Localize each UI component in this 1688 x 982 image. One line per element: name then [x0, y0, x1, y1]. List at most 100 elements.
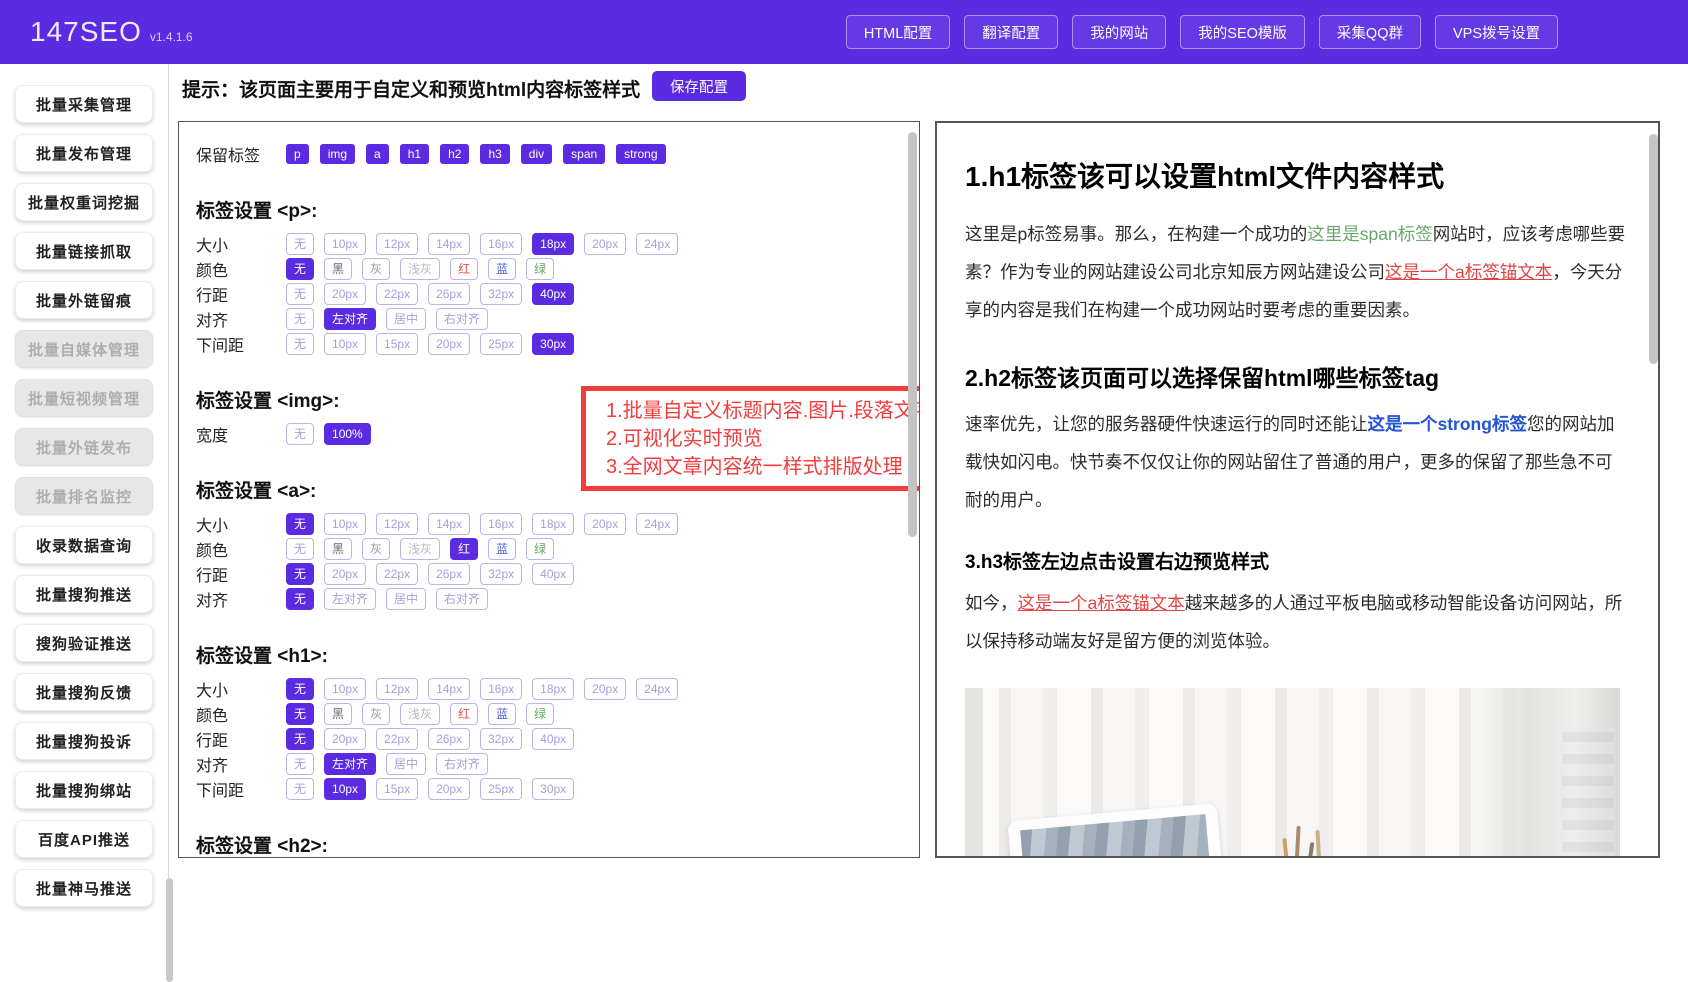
- option-chip[interactable]: 14px: [428, 513, 470, 535]
- option-chip[interactable]: 10px: [324, 678, 366, 700]
- option-chip[interactable]: 10px: [324, 778, 366, 800]
- keep-tag-chip[interactable]: img: [320, 144, 355, 164]
- option-chip[interactable]: 无: [286, 728, 314, 750]
- option-chip[interactable]: 绿: [526, 538, 554, 560]
- option-chip[interactable]: 左对齐: [324, 588, 376, 610]
- sidebar-item[interactable]: 批量搜狗反馈: [15, 673, 153, 711]
- option-chip[interactable]: 15px: [376, 778, 418, 800]
- option-chip[interactable]: 20px: [324, 283, 366, 305]
- option-chip[interactable]: 灰: [362, 258, 390, 280]
- keep-tag-chip[interactable]: strong: [616, 144, 665, 164]
- option-chip[interactable]: 20px: [324, 728, 366, 750]
- option-chip[interactable]: 18px: [532, 513, 574, 535]
- option-chip[interactable]: 无: [286, 333, 314, 355]
- option-chip[interactable]: 100%: [324, 423, 371, 445]
- option-chip[interactable]: 无: [286, 588, 314, 610]
- option-chip[interactable]: 浅灰: [400, 703, 440, 725]
- option-chip[interactable]: 24px: [636, 233, 678, 255]
- sidebar-item[interactable]: 收录数据查询: [15, 526, 153, 564]
- sidebar-item[interactable]: 批量搜狗投诉: [15, 722, 153, 760]
- option-chip[interactable]: 40px: [532, 728, 574, 750]
- scrollbar-thumb[interactable]: [1649, 134, 1658, 364]
- option-chip[interactable]: 10px: [324, 513, 366, 535]
- option-chip[interactable]: 12px: [376, 513, 418, 535]
- option-chip[interactable]: 蓝: [488, 258, 516, 280]
- keep-tag-chip[interactable]: p: [286, 144, 309, 164]
- option-chip[interactable]: 无: [286, 678, 314, 700]
- scrollbar-thumb[interactable]: [166, 878, 173, 982]
- option-chip[interactable]: 左对齐: [324, 753, 376, 775]
- option-chip[interactable]: 黑: [324, 538, 352, 560]
- option-chip[interactable]: 灰: [362, 538, 390, 560]
- option-chip[interactable]: 无: [286, 258, 314, 280]
- nav-button[interactable]: 采集QQ群: [1319, 15, 1421, 49]
- nav-button[interactable]: VPS拨号设置: [1435, 15, 1558, 49]
- option-chip[interactable]: 18px: [532, 233, 574, 255]
- anchor-link-text[interactable]: 这是一个a标签锚文本: [1385, 262, 1552, 282]
- sidebar-item[interactable]: 批量搜狗推送: [15, 575, 153, 613]
- option-chip[interactable]: 红: [450, 538, 478, 560]
- option-chip[interactable]: 22px: [376, 283, 418, 305]
- keep-tag-chip[interactable]: span: [563, 144, 605, 164]
- option-chip[interactable]: 20px: [324, 563, 366, 585]
- option-chip[interactable]: 右对齐: [436, 753, 488, 775]
- scrollbar-thumb[interactable]: [908, 132, 917, 537]
- option-chip[interactable]: 无: [286, 423, 314, 445]
- option-chip[interactable]: 居中: [386, 588, 426, 610]
- sidebar-item[interactable]: 批量搜狗绑站: [15, 771, 153, 809]
- option-chip[interactable]: 无: [286, 233, 314, 255]
- option-chip[interactable]: 40px: [532, 563, 574, 585]
- option-chip[interactable]: 右对齐: [436, 588, 488, 610]
- option-chip[interactable]: 24px: [636, 513, 678, 535]
- option-chip[interactable]: 20px: [428, 778, 470, 800]
- option-chip[interactable]: 26px: [428, 728, 470, 750]
- option-chip[interactable]: 蓝: [488, 703, 516, 725]
- option-chip[interactable]: 绿: [526, 258, 554, 280]
- option-chip[interactable]: 40px: [532, 283, 574, 305]
- option-chip[interactable]: 20px: [584, 513, 626, 535]
- option-chip[interactable]: 绿: [526, 703, 554, 725]
- sidebar-item[interactable]: 批量外链留痕: [15, 281, 153, 319]
- option-chip[interactable]: 12px: [376, 678, 418, 700]
- sidebar-item[interactable]: 百度API推送: [15, 820, 153, 858]
- option-chip[interactable]: 无: [286, 563, 314, 585]
- option-chip[interactable]: 18px: [532, 678, 574, 700]
- option-chip[interactable]: 14px: [428, 233, 470, 255]
- option-chip[interactable]: 32px: [480, 283, 522, 305]
- sidebar-item[interactable]: 批量权重词挖掘: [15, 183, 153, 221]
- option-chip[interactable]: 25px: [480, 778, 522, 800]
- option-chip[interactable]: 右对齐: [436, 308, 488, 330]
- sidebar-item[interactable]: 搜狗验证推送: [15, 624, 153, 662]
- option-chip[interactable]: 30px: [532, 778, 574, 800]
- nav-button[interactable]: 翻译配置: [964, 15, 1058, 49]
- option-chip[interactable]: 24px: [636, 678, 678, 700]
- option-chip[interactable]: 22px: [376, 728, 418, 750]
- keep-tag-chip[interactable]: a: [366, 144, 389, 164]
- option-chip[interactable]: 无: [286, 753, 314, 775]
- option-chip[interactable]: 灰: [362, 703, 390, 725]
- option-chip[interactable]: 红: [450, 703, 478, 725]
- keep-tag-chip[interactable]: h1: [400, 144, 429, 164]
- option-chip[interactable]: 无: [286, 778, 314, 800]
- nav-button[interactable]: 我的网站: [1072, 15, 1166, 49]
- sidebar-item[interactable]: 批量链接抓取: [15, 232, 153, 270]
- nav-button[interactable]: HTML配置: [846, 15, 950, 49]
- option-chip[interactable]: 10px: [324, 233, 366, 255]
- option-chip[interactable]: 浅灰: [400, 258, 440, 280]
- nav-button[interactable]: 我的SEO模版: [1180, 15, 1305, 49]
- sidebar-item[interactable]: 批量发布管理: [15, 134, 153, 172]
- anchor-link-text[interactable]: 这是一个a标签锚文本: [1018, 593, 1185, 613]
- option-chip[interactable]: 30px: [532, 333, 574, 355]
- option-chip[interactable]: 15px: [376, 333, 418, 355]
- option-chip[interactable]: 16px: [480, 233, 522, 255]
- option-chip[interactable]: 20px: [584, 233, 626, 255]
- option-chip[interactable]: 16px: [480, 513, 522, 535]
- keep-tag-chip[interactable]: h3: [480, 144, 509, 164]
- option-chip[interactable]: 12px: [376, 233, 418, 255]
- option-chip[interactable]: 22px: [376, 563, 418, 585]
- option-chip[interactable]: 16px: [480, 678, 522, 700]
- sidebar-item[interactable]: 批量采集管理: [15, 85, 153, 123]
- option-chip[interactable]: 26px: [428, 563, 470, 585]
- option-chip[interactable]: 32px: [480, 563, 522, 585]
- keep-tag-chip[interactable]: h2: [440, 144, 469, 164]
